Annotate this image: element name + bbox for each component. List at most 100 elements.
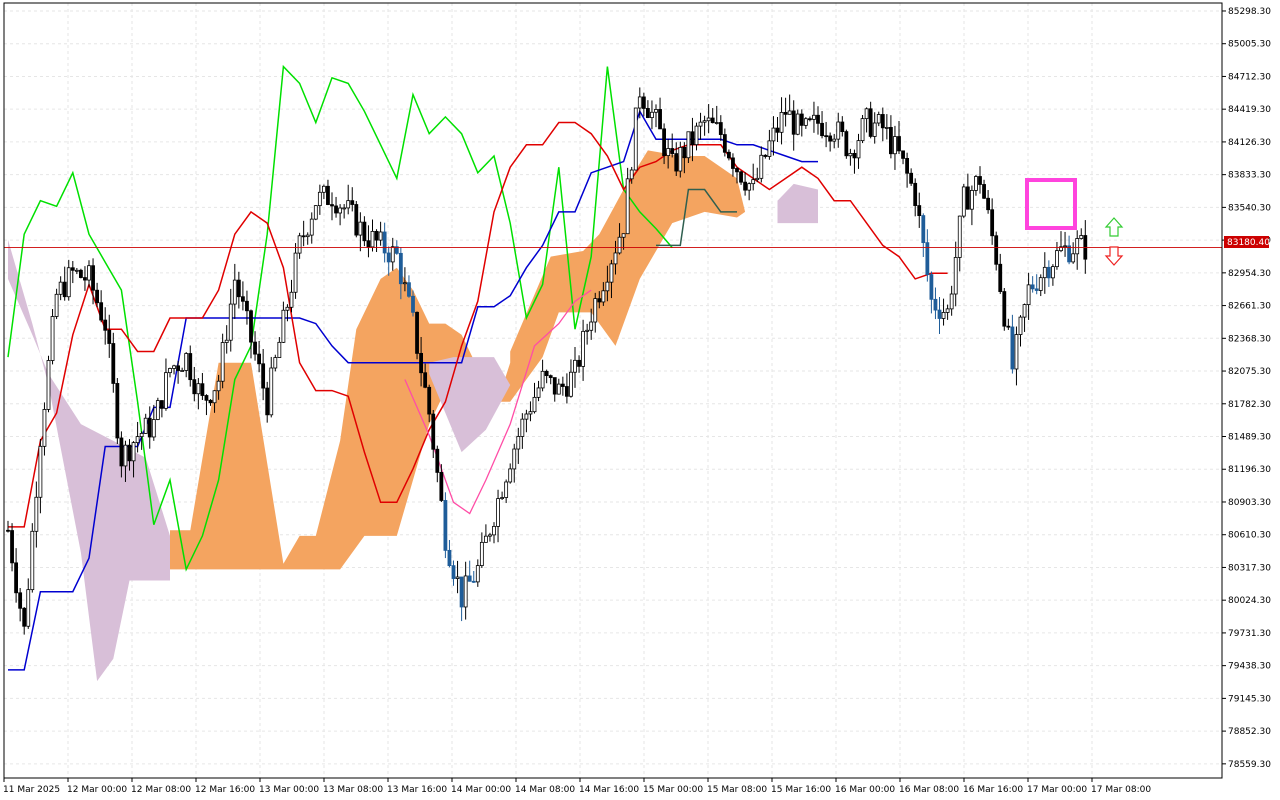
candle-body[interactable] [641, 96, 646, 109]
candle-body[interactable] [216, 380, 221, 392]
candle-body[interactable] [629, 169, 634, 180]
candle-body[interactable] [301, 235, 306, 238]
candle-body[interactable] [496, 498, 500, 527]
candle-body[interactable] [949, 293, 954, 310]
candle-body[interactable] [633, 107, 638, 171]
candle-body[interactable] [982, 184, 986, 199]
candle-body[interactable] [637, 96, 642, 109]
candle-body[interactable] [350, 200, 355, 205]
candle-body[interactable] [986, 197, 990, 211]
candle-body[interactable] [471, 580, 476, 583]
candle-body[interactable] [998, 263, 1003, 292]
candle-body[interactable] [512, 448, 517, 470]
candle-body[interactable] [957, 215, 962, 258]
candle-body[interactable] [277, 341, 282, 358]
candle-body[interactable] [62, 281, 67, 298]
candle-body[interactable] [573, 359, 577, 373]
candle-body[interactable] [192, 379, 197, 395]
candle-body[interactable] [354, 204, 359, 236]
candle-body[interactable] [937, 309, 942, 319]
candle-body[interactable] [524, 413, 529, 420]
candle-body[interactable] [176, 365, 181, 371]
candle-body[interactable] [727, 151, 731, 159]
candle-body[interactable] [443, 500, 448, 551]
candle-body[interactable] [151, 419, 156, 438]
candle-body[interactable] [87, 265, 91, 281]
candle-body[interactable] [257, 353, 262, 365]
candle-body[interactable] [74, 269, 79, 272]
candle-body[interactable] [763, 154, 768, 157]
candle-body[interactable] [836, 121, 841, 140]
candle-body[interactable] [475, 565, 480, 583]
candle-body[interactable] [779, 111, 784, 133]
candle-body[interactable] [921, 215, 926, 244]
candle-body[interactable] [374, 230, 379, 241]
candle-body[interactable] [500, 497, 505, 500]
price-axis[interactable]: 85298.30 85005.30 84712.30 84419.30 84126.30… [1222, 7, 1271, 770]
candle-body[interactable] [795, 113, 800, 135]
candle-body[interactable] [435, 448, 440, 473]
candle-body[interactable] [103, 319, 108, 331]
candle-body[interactable] [123, 444, 128, 467]
candle-body[interactable] [556, 383, 561, 395]
candle-body[interactable] [99, 302, 104, 321]
candle-body[interactable] [820, 122, 824, 137]
candle-body[interactable] [427, 386, 432, 415]
candle-body[interactable] [1046, 266, 1051, 279]
candle-body[interactable] [423, 372, 428, 388]
candle-body[interactable] [791, 110, 796, 135]
candle-body[interactable] [228, 303, 233, 341]
candle-body[interactable] [978, 176, 982, 185]
candle-body[interactable] [735, 168, 739, 173]
candle-body[interactable] [990, 209, 995, 237]
candle-body[interactable] [880, 114, 885, 129]
candle-body[interactable] [245, 300, 249, 312]
candle-body[interactable] [143, 417, 148, 434]
candle-body[interactable] [58, 281, 63, 295]
candle-body[interactable] [172, 365, 176, 369]
candle-body[interactable] [168, 368, 172, 374]
candle-body[interactable] [184, 353, 189, 371]
candle-body[interactable] [528, 411, 533, 415]
candle-body[interactable] [945, 308, 950, 313]
candle-body[interactable] [771, 127, 776, 142]
candle-body[interactable] [370, 230, 375, 248]
candle-body[interactable] [852, 152, 857, 159]
candle-body[interactable] [759, 154, 764, 179]
candle-body[interactable] [386, 252, 391, 263]
candle-body[interactable] [864, 108, 869, 120]
candle-body[interactable] [783, 111, 788, 115]
candle-body[interactable] [265, 387, 270, 416]
candle-body[interactable] [159, 400, 164, 409]
candle-body[interactable] [901, 150, 905, 159]
candle-body[interactable] [613, 252, 618, 265]
candle-body[interactable] [1006, 325, 1011, 328]
candle-body[interactable] [722, 134, 727, 153]
candle-body[interactable] [431, 413, 436, 450]
candle-body[interactable] [91, 265, 95, 291]
candle-body[interactable] [1063, 245, 1067, 248]
candle-body[interactable] [358, 221, 363, 236]
candle-body[interactable] [581, 330, 585, 367]
candle-body[interactable] [589, 321, 594, 331]
candle-body[interactable] [492, 525, 496, 536]
candle-body[interactable] [848, 152, 853, 157]
candle-body[interactable] [1075, 238, 1080, 255]
candle-body[interactable] [447, 549, 452, 567]
candle-body[interactable] [338, 207, 343, 214]
candle-body[interactable] [597, 298, 602, 303]
candle-body[interactable] [402, 282, 407, 285]
candle-body[interactable] [585, 329, 590, 332]
candle-body[interactable] [884, 127, 889, 129]
price-chart[interactable]: 85298.30 85005.30 84712.30 84419.30 84126.30… [0, 0, 1280, 800]
candle-body[interactable] [747, 183, 752, 191]
candle-body[interactable] [297, 235, 302, 254]
candle-body[interactable] [605, 281, 610, 292]
candle-body[interactable] [678, 146, 683, 172]
candle-body[interactable] [860, 118, 865, 142]
candle-body[interactable] [965, 186, 970, 210]
candle-body[interactable] [650, 111, 654, 118]
candle-body[interactable] [844, 131, 849, 157]
candle-body[interactable] [508, 468, 513, 483]
candle-body[interactable] [1030, 284, 1035, 290]
